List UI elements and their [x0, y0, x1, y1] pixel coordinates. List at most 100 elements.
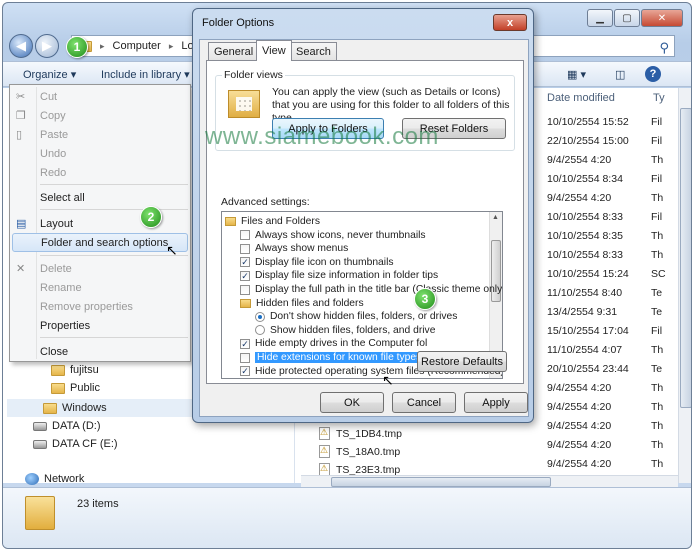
views-icon[interactable]: ▦ ▾	[567, 68, 586, 81]
radio-button[interactable]	[255, 311, 265, 322]
drive-icon	[33, 421, 47, 431]
checkbox[interactable]: ✓	[240, 366, 250, 377]
checkbox[interactable]: ✓	[240, 257, 250, 268]
mouse-cursor-icon: ↖	[382, 372, 394, 388]
type-cell: Th	[651, 249, 664, 261]
scissors-icon: ✂	[16, 91, 26, 103]
type-cell: Th	[651, 458, 664, 470]
include-in-library-button[interactable]: Include in library ▾	[101, 68, 190, 81]
column-type[interactable]: Ty	[653, 92, 665, 104]
menu-item-copy[interactable]: ❐ Copy	[12, 106, 188, 125]
date-cell: 9/4/2554 4:20	[547, 458, 612, 470]
organize-button[interactable]: Organize ▾	[23, 68, 76, 81]
checkbox[interactable]	[240, 230, 250, 241]
date-cell: 10/10/2554 8:34	[547, 173, 623, 185]
scroll-up-icon[interactable]: ▲	[492, 214, 499, 221]
setting-label: Don't show hidden files, folders, or dri…	[270, 311, 458, 323]
delete-icon: ✕	[16, 263, 26, 275]
maximize-button[interactable]: ▢	[614, 9, 640, 27]
setting-check-row[interactable]: ✓ Display file size information in folder…	[240, 269, 438, 282]
details-pane: 23 items	[3, 487, 691, 548]
nav-item-fujitsu[interactable]: fujitsu	[51, 364, 99, 376]
type-cell: Fil	[651, 135, 663, 147]
setting-label: Always show menus	[255, 243, 349, 255]
breadcrumb-computer[interactable]: Computer	[113, 40, 161, 52]
folder-icon	[240, 298, 251, 308]
restore-defaults-button[interactable]: Restore Defaults	[417, 351, 507, 372]
mouse-cursor-icon: ↖	[166, 242, 178, 258]
column-date-modified[interactable]: Date modified	[547, 92, 615, 104]
nav-item-network[interactable]: Network	[25, 473, 84, 485]
setting-check-row[interactable]: ✓ Hide empty drives in the Computer fol	[240, 337, 427, 350]
date-cell: 11/10/2554 8:40	[547, 287, 623, 299]
setting-label: Display file size information in folder …	[255, 270, 439, 282]
type-cell: Th	[651, 192, 664, 204]
type-cell: Fil	[651, 211, 663, 223]
date-cell: 15/10/2554 17:04	[547, 325, 629, 337]
layout-icon: ▤	[16, 218, 27, 230]
tab-search[interactable]: Search	[290, 42, 337, 60]
type-cell: Th	[651, 420, 664, 432]
date-cell: 10/10/2554 15:24	[547, 268, 629, 280]
menu-item-undo[interactable]: Undo	[12, 144, 188, 163]
minimize-button[interactable]: ▁	[587, 9, 613, 27]
help-icon[interactable]: ?	[645, 66, 661, 82]
back-button[interactable]: ◀	[9, 34, 33, 58]
type-cell: Th	[651, 154, 664, 166]
radio-button[interactable]	[255, 325, 265, 336]
nav-item-data-d[interactable]: DATA (D:)	[33, 420, 100, 432]
folder-icon	[25, 496, 55, 530]
dialog-close-button[interactable]: x	[493, 14, 527, 31]
checkbox[interactable]: ✓	[240, 270, 250, 281]
date-cell: 9/4/2554 4:20	[547, 401, 612, 413]
date-cell: 9/4/2554 4:20	[547, 192, 612, 204]
nav-item-public[interactable]: Public	[51, 382, 100, 394]
menu-item-delete[interactable]: ✕ Delete	[12, 259, 188, 278]
date-cell: 13/4/2554 9:31	[547, 306, 618, 318]
apply-button[interactable]: Apply	[464, 392, 528, 413]
checkbox[interactable]: ✓	[240, 338, 250, 349]
copy-icon: ❐	[16, 110, 26, 122]
checkbox[interactable]	[240, 243, 250, 254]
view-tab-panel: Folder views You can apply the view (suc…	[206, 60, 524, 384]
date-cell: 9/4/2554 4:20	[547, 420, 612, 432]
tab-view[interactable]: View	[256, 40, 292, 61]
tab-general[interactable]: General	[208, 42, 260, 60]
step-badge-3: 3	[414, 288, 436, 310]
setting-radio-row[interactable]: Show hidden files, folders, and drive	[255, 324, 435, 337]
preview-pane-icon[interactable]: ◫	[615, 68, 625, 81]
setting-label: Hidden files and folders	[256, 297, 364, 309]
setting-folder-row[interactable]: Hidden files and folders	[240, 297, 364, 310]
setting-check-row[interactable]: Hide extensions for known file types	[240, 351, 424, 364]
menu-item-redo[interactable]: Redo	[12, 163, 188, 182]
menu-item-folder-and-search-options[interactable]: Folder and search options	[12, 233, 188, 252]
vertical-scrollbar[interactable]	[678, 88, 691, 483]
menu-item-properties[interactable]: Properties	[12, 316, 188, 335]
type-cell: SC	[651, 268, 666, 280]
menu-item-cut[interactable]: ✂ Cut	[12, 87, 188, 106]
setting-check-row[interactable]: Always show icons, never thumbnails	[240, 229, 426, 242]
menu-item-paste[interactable]: ▯ Paste	[12, 125, 188, 144]
ok-button[interactable]: OK	[320, 392, 384, 413]
type-cell: Fil	[651, 173, 663, 185]
close-window-button[interactable]: ✕	[641, 9, 683, 27]
setting-check-row[interactable]: Display the full path in the title bar (…	[240, 283, 502, 296]
nav-item-data-cf-e[interactable]: DATA CF (E:)	[33, 438, 118, 450]
menu-item-remove-properties[interactable]: Remove properties	[12, 297, 188, 316]
list-item[interactable]: TS_1DB4.tmp	[319, 427, 402, 440]
checkbox[interactable]	[240, 352, 250, 363]
search-icon[interactable]: ⚲	[659, 40, 669, 56]
menu-item-rename[interactable]: Rename	[12, 278, 188, 297]
type-cell: Th	[651, 382, 664, 394]
forward-button[interactable]: ▶	[35, 34, 59, 58]
setting-label: Files and Folders	[241, 216, 320, 227]
setting-check-row[interactable]: Always show menus	[240, 242, 348, 255]
checkbox[interactable]	[240, 284, 250, 295]
setting-folder-row[interactable]: Files and Folders	[225, 215, 320, 228]
list-item[interactable]: TS_18A0.tmp	[319, 445, 400, 458]
menu-item-select-all[interactable]: Select all	[12, 188, 188, 207]
setting-check-row[interactable]: ✓ Display file icon on thumbnails	[240, 256, 394, 269]
setting-radio-row[interactable]: Don't show hidden files, folders, or dri…	[255, 310, 457, 323]
cancel-button[interactable]: Cancel	[392, 392, 456, 413]
menu-item-close[interactable]: Close	[12, 342, 188, 361]
